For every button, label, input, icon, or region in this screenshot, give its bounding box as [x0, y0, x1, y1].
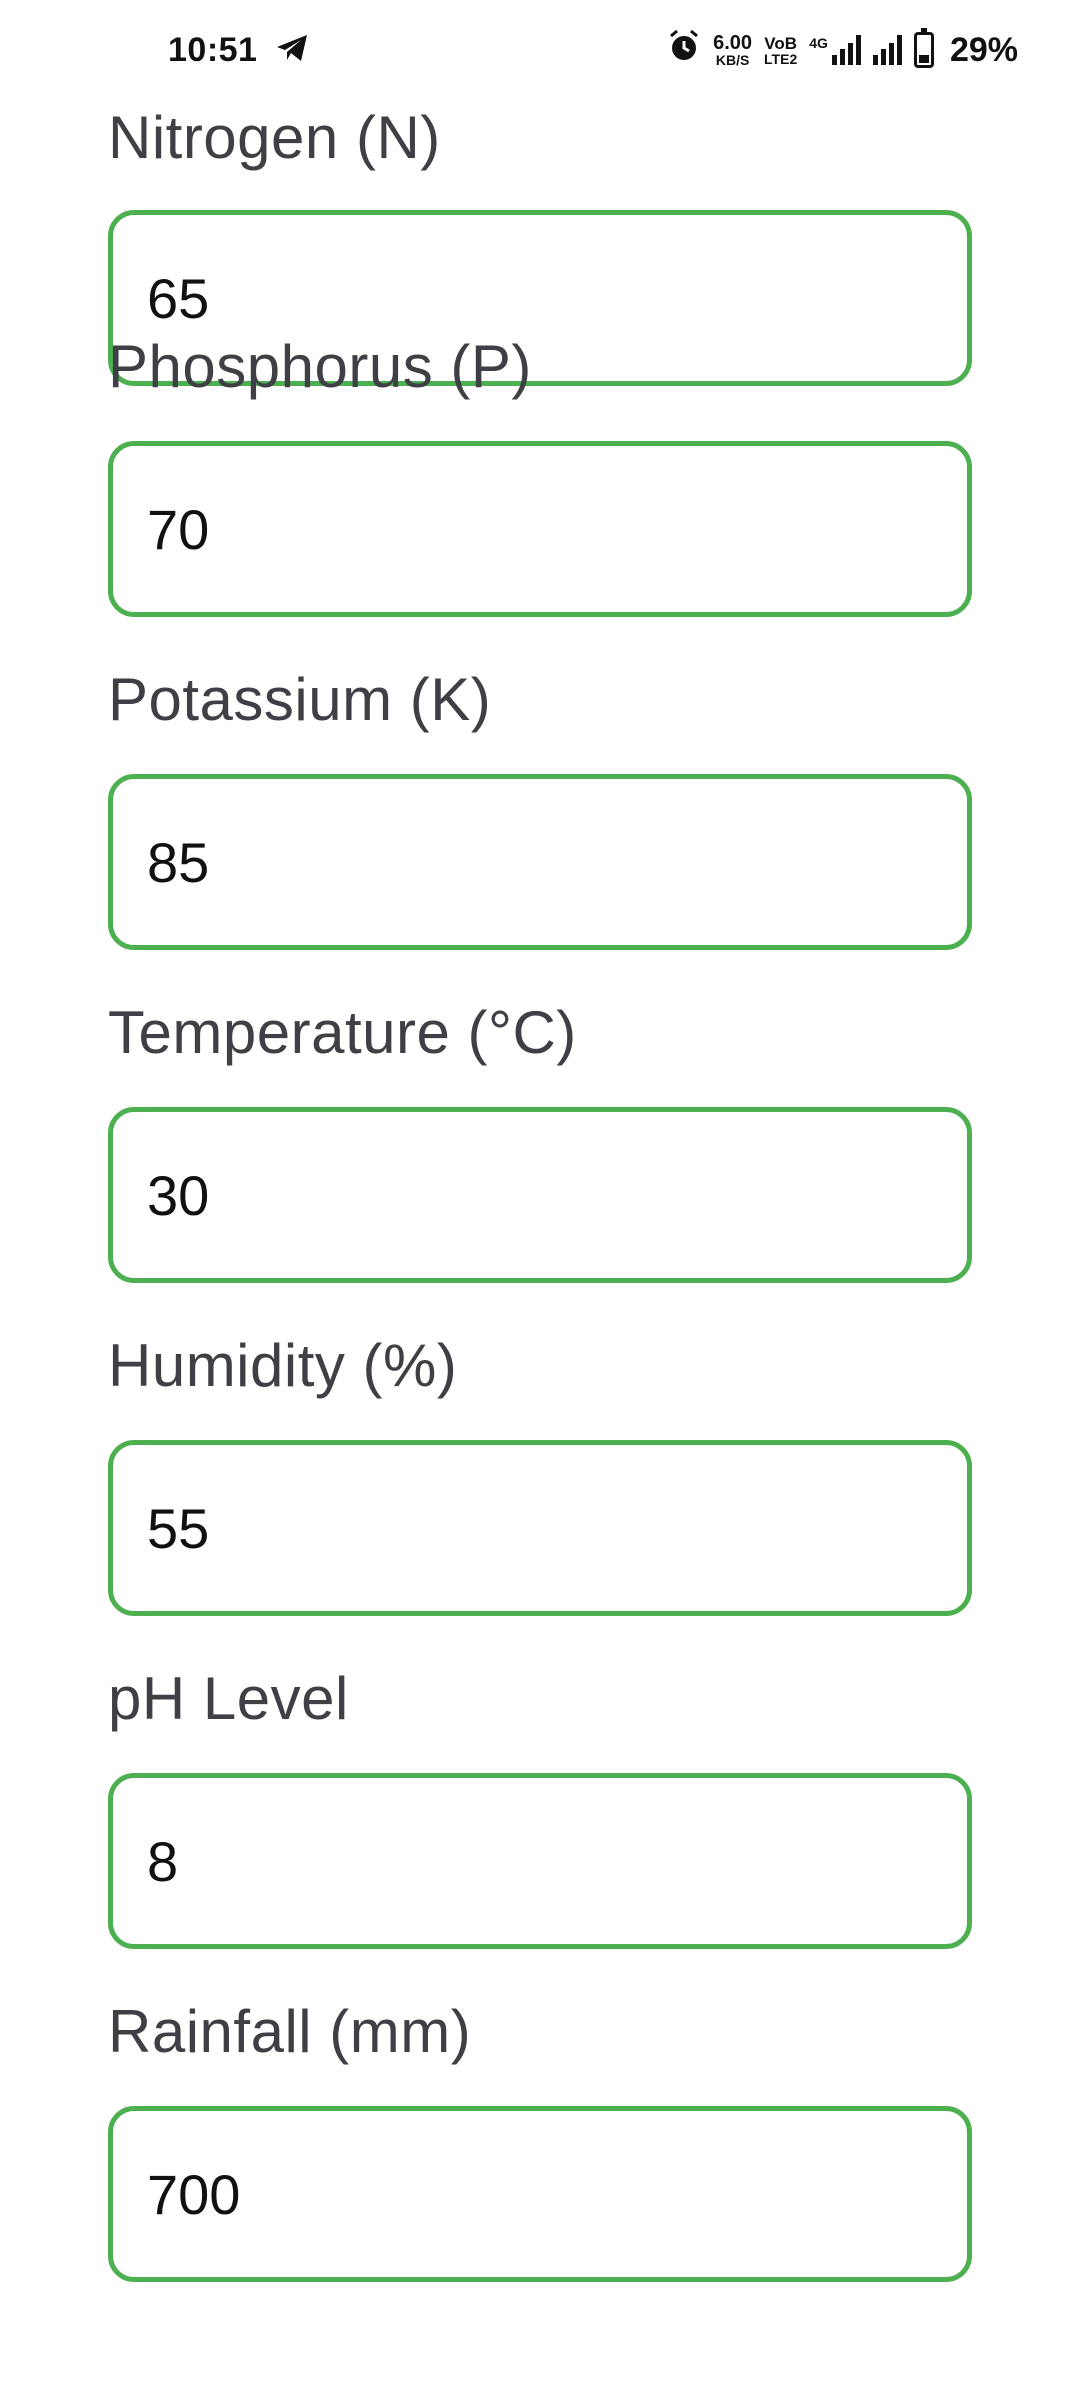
phosphorus-input[interactable]: 70 [108, 441, 972, 617]
crop-input-form: Nitrogen (N) 65 Phosphorus (P) 70 Potass… [108, 100, 972, 2327]
rainfall-input[interactable]: 700 [108, 2106, 972, 2282]
field-rainfall: Rainfall (mm) 700 [108, 1994, 972, 2327]
field-label: Potassium (K) [108, 666, 492, 733]
field-potassium: Potassium (K) 85 [108, 662, 972, 995]
field-ph: pH Level 8 [108, 1661, 972, 1994]
field-label: Humidity (%) [108, 1332, 458, 1399]
field-label: Temperature (°C) [108, 999, 577, 1066]
field-label: Rainfall (mm) [108, 1998, 472, 2065]
ph-input[interactable]: 8 [108, 1773, 972, 1949]
field-label: Phosphorus (P) [108, 333, 532, 400]
field-nitrogen: Nitrogen (N) 65 [108, 0, 972, 386]
potassium-input[interactable]: 85 [108, 774, 972, 950]
field-phosphorus: Phosphorus (P) 70 [108, 329, 972, 662]
field-temperature: Temperature (°C) 30 [108, 995, 972, 1328]
humidity-input[interactable]: 55 [108, 1440, 972, 1616]
temperature-input[interactable]: 30 [108, 1107, 972, 1283]
field-label: pH Level [108, 1665, 349, 1732]
field-label: Nitrogen (N) [108, 104, 441, 171]
field-humidity: Humidity (%) 55 [108, 1328, 972, 1661]
